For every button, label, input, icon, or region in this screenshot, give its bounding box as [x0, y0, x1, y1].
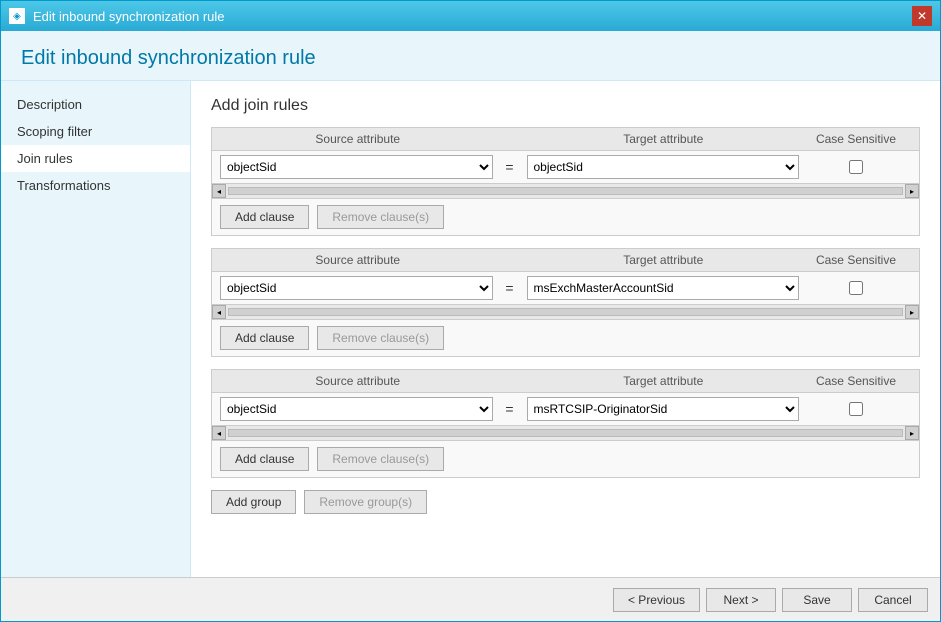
- equals-2-1: =: [495, 280, 525, 296]
- page-header: Edit inbound synchronization rule: [1, 31, 940, 81]
- scrollbar-3: ◂ ▸: [212, 425, 919, 441]
- case-cell-1-1: [801, 160, 911, 174]
- clause-buttons-2: Add clause Remove clause(s): [212, 320, 919, 356]
- scroll-right-3[interactable]: ▸: [905, 426, 919, 440]
- join-group-1: Source attribute Target attribute Case S…: [211, 127, 920, 236]
- header-source-1: Source attribute: [220, 132, 496, 146]
- target-select-3-1[interactable]: msRTCSIP-OriginatorSid: [527, 397, 800, 421]
- header-target-3: Target attribute: [526, 374, 802, 388]
- cancel-button[interactable]: Cancel: [858, 588, 928, 612]
- join-group-3-header: Source attribute Target attribute Case S…: [212, 370, 919, 393]
- header-case-2: Case Sensitive: [801, 253, 911, 267]
- sidebar-item-description[interactable]: Description: [1, 91, 190, 118]
- remove-clause-2-button[interactable]: Remove clause(s): [317, 326, 444, 350]
- equals-3-1: =: [495, 401, 525, 417]
- source-select-1-1[interactable]: objectSid: [220, 155, 493, 179]
- close-button[interactable]: ✕: [912, 6, 932, 26]
- group-buttons: Add group Remove group(s): [211, 490, 920, 514]
- sidebar-item-scoping-filter[interactable]: Scoping filter: [1, 118, 190, 145]
- case-cell-3-1: [801, 402, 911, 416]
- clause-buttons-3: Add clause Remove clause(s): [212, 441, 919, 477]
- scroll-left-2[interactable]: ◂: [212, 305, 226, 319]
- join-row-1-1: objectSid = objectSid: [212, 151, 919, 183]
- case-checkbox-3-1[interactable]: [849, 402, 863, 416]
- target-select-1-1[interactable]: objectSid: [527, 155, 800, 179]
- title-bar-title: Edit inbound synchronization rule: [33, 9, 225, 24]
- join-group-1-header: Source attribute Target attribute Case S…: [212, 128, 919, 151]
- scroll-right-2[interactable]: ▸: [905, 305, 919, 319]
- app-icon: ◈: [9, 8, 25, 24]
- clause-buttons-1: Add clause Remove clause(s): [212, 199, 919, 235]
- main-content: Edit inbound synchronization rule Descri…: [1, 31, 940, 577]
- page-heading: Edit inbound synchronization rule: [21, 47, 920, 70]
- case-checkbox-2-1[interactable]: [849, 281, 863, 295]
- source-select-2-1[interactable]: objectSid: [220, 276, 493, 300]
- add-clause-1-button[interactable]: Add clause: [220, 205, 309, 229]
- scroll-left-3[interactable]: ◂: [212, 426, 226, 440]
- header-source-3: Source attribute: [220, 374, 496, 388]
- case-checkbox-1-1[interactable]: [849, 160, 863, 174]
- join-group-3: Source attribute Target attribute Case S…: [211, 369, 920, 478]
- body-section: Description Scoping filter Join rules Tr…: [1, 81, 940, 577]
- previous-button[interactable]: < Previous: [613, 588, 700, 612]
- title-bar-left: ◈ Edit inbound synchronization rule: [9, 8, 225, 24]
- source-select-3-1[interactable]: objectSid: [220, 397, 493, 421]
- add-clause-2-button[interactable]: Add clause: [220, 326, 309, 350]
- sidebar: Description Scoping filter Join rules Tr…: [1, 81, 191, 577]
- case-cell-2-1: [801, 281, 911, 295]
- scrollbar-1: ◂ ▸: [212, 183, 919, 199]
- section-title: Add join rules: [211, 97, 920, 115]
- scroll-track-2: [228, 308, 903, 316]
- bottom-bar: < Previous Next > Save Cancel: [1, 577, 940, 621]
- add-clause-3-button[interactable]: Add clause: [220, 447, 309, 471]
- sidebar-item-transformations[interactable]: Transformations: [1, 172, 190, 199]
- main-window: ◈ Edit inbound synchronization rule ✕ Ed…: [0, 0, 941, 622]
- target-select-2-1[interactable]: msExchMasterAccountSid: [527, 276, 800, 300]
- header-case-1: Case Sensitive: [801, 132, 911, 146]
- sidebar-item-join-rules[interactable]: Join rules: [1, 145, 190, 172]
- join-row-2-1: objectSid = msExchMasterAccountSid: [212, 272, 919, 304]
- equals-1-1: =: [495, 159, 525, 175]
- scroll-left-1[interactable]: ◂: [212, 184, 226, 198]
- next-button[interactable]: Next >: [706, 588, 776, 612]
- header-target-1: Target attribute: [526, 132, 802, 146]
- add-group-button[interactable]: Add group: [211, 490, 296, 514]
- title-bar: ◈ Edit inbound synchronization rule ✕: [1, 1, 940, 31]
- header-case-3: Case Sensitive: [801, 374, 911, 388]
- save-button[interactable]: Save: [782, 588, 852, 612]
- join-group-2-header: Source attribute Target attribute Case S…: [212, 249, 919, 272]
- scroll-track-1: [228, 187, 903, 195]
- join-row-3-1: objectSid = msRTCSIP-OriginatorSid: [212, 393, 919, 425]
- scrollbar-2: ◂ ▸: [212, 304, 919, 320]
- scroll-right-1[interactable]: ▸: [905, 184, 919, 198]
- remove-group-button[interactable]: Remove group(s): [304, 490, 427, 514]
- remove-clause-3-button[interactable]: Remove clause(s): [317, 447, 444, 471]
- join-group-2: Source attribute Target attribute Case S…: [211, 248, 920, 357]
- scroll-track-3: [228, 429, 903, 437]
- remove-clause-1-button[interactable]: Remove clause(s): [317, 205, 444, 229]
- header-target-2: Target attribute: [526, 253, 802, 267]
- right-panel: Add join rules Source attribute Target a…: [191, 81, 940, 577]
- header-source-2: Source attribute: [220, 253, 496, 267]
